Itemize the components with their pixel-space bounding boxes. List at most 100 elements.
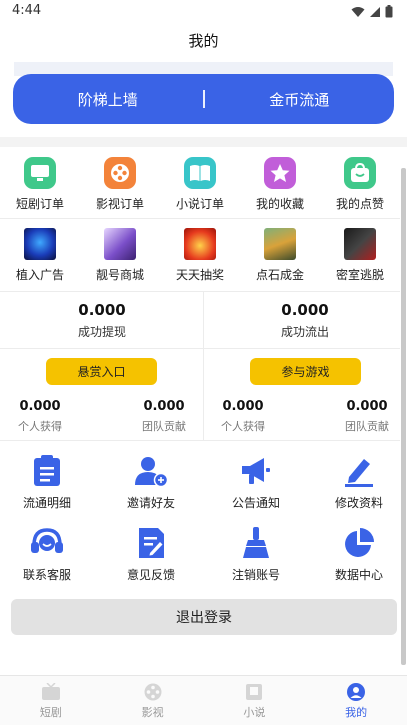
- reward-team-value: 0.000: [143, 399, 185, 414]
- page-title: 我的: [188, 32, 219, 50]
- function-label: 修改资料: [334, 496, 383, 510]
- broom-icon: [243, 527, 269, 558]
- logout-button[interactable]: 退出登录: [11, 599, 397, 635]
- pie-chart-icon: [345, 528, 374, 557]
- divider: [0, 291, 400, 292]
- tab-profile[interactable]: 我的: [305, 676, 407, 725]
- headset-icon: [31, 528, 63, 553]
- feature-item-ads[interactable]: 植入广告: [0, 228, 80, 283]
- tab-label: 我的: [345, 706, 368, 719]
- add-user-icon: [135, 457, 168, 487]
- vertical-divider: [203, 292, 204, 440]
- withdraw-value: 0.000: [78, 301, 126, 319]
- escape-room-icon: [344, 228, 376, 260]
- vip-badge-icon: [104, 228, 136, 260]
- feature-item-midas[interactable]: 点石成金: [240, 228, 320, 283]
- game-team-value: 0.000: [346, 399, 388, 414]
- function-label: 注销账号: [231, 568, 280, 582]
- flow-value: 0.000: [281, 301, 329, 319]
- order-item-label: 我的收藏: [255, 197, 304, 211]
- function-customer-service[interactable]: 联系客服: [0, 527, 97, 583]
- order-item-label: 我的点赞: [335, 197, 384, 211]
- order-item-favorites[interactable]: 我的收藏: [240, 157, 320, 212]
- feature-item-label: 靓号商城: [95, 268, 144, 282]
- tab-movies[interactable]: 影视: [102, 676, 204, 725]
- book-icon: [246, 684, 263, 700]
- film-reel-icon: [144, 683, 162, 701]
- bottom-tab-bar: 短剧 影视 小说 我的: [0, 675, 407, 725]
- tab-short-drama[interactable]: 短剧: [0, 676, 102, 725]
- function-label: 流通明细: [22, 496, 71, 510]
- banner-button: 阶梯上墙 金币流通: [13, 74, 394, 124]
- feedback-icon: [139, 528, 164, 558]
- reward-personal-label: 个人获得: [18, 420, 62, 433]
- function-label: 公告通知: [231, 496, 280, 510]
- signal-icon: [370, 6, 380, 17]
- feature-item-lottery[interactable]: 天天抽奖: [160, 228, 240, 283]
- withdraw-label: 成功提现: [77, 325, 126, 339]
- function-flow-detail[interactable]: 流通明细: [0, 455, 97, 511]
- wifi-icon: [351, 6, 365, 17]
- join-game-button[interactable]: 参与游戏: [250, 358, 361, 385]
- drama-order-icon: [24, 157, 56, 189]
- function-label: 意见反馈: [126, 568, 175, 582]
- reward-team-label: 团队贡献: [142, 420, 186, 433]
- scrollbar[interactable]: [401, 168, 406, 665]
- smile-bag-icon: [344, 157, 376, 189]
- function-announcement[interactable]: 公告通知: [206, 455, 306, 511]
- reward-personal-value: 0.000: [19, 399, 61, 414]
- coin-flow-button[interactable]: 金币流通: [205, 89, 395, 110]
- star-icon: [264, 157, 296, 189]
- section-gap: [0, 137, 407, 147]
- function-invite-friends[interactable]: 邀请好友: [101, 455, 201, 511]
- game-personal-label: 个人获得: [221, 420, 265, 433]
- orders-row: 短剧订单 影视订单 小说订单 我的收藏 我的点赞: [0, 157, 400, 212]
- tab-novels[interactable]: 小说: [204, 676, 306, 725]
- tab-label: 影视: [141, 706, 164, 719]
- feature-item-number-shop[interactable]: 靓号商城: [80, 228, 160, 283]
- divider: [0, 218, 400, 219]
- tab-label: 短剧: [39, 706, 62, 719]
- feature-item-label: 密室逃脱: [335, 268, 384, 282]
- feature-item-label: 植入广告: [15, 268, 64, 282]
- divider: [0, 440, 400, 441]
- divider: [0, 348, 400, 349]
- banner-divider: [202, 90, 205, 108]
- user-icon: [347, 683, 366, 701]
- tab-label: 小说: [243, 706, 266, 719]
- order-item-drama[interactable]: 短剧订单: [0, 157, 80, 212]
- clipboard-icon: [34, 455, 60, 486]
- gold-stone-icon: [264, 228, 296, 260]
- function-label: 联系客服: [22, 568, 71, 582]
- status-time: 4:44: [12, 3, 42, 18]
- flow-label: 成功流出: [280, 325, 329, 339]
- film-reel-icon: [104, 157, 136, 189]
- game-personal-value: 0.000: [222, 399, 264, 414]
- function-label: 邀请好友: [126, 496, 175, 510]
- function-label: 数据中心: [334, 568, 383, 582]
- function-delete-account[interactable]: 注销账号: [206, 527, 306, 583]
- order-item-likes[interactable]: 我的点赞: [320, 157, 400, 212]
- status-icons: [351, 5, 393, 18]
- order-item-novel[interactable]: 小说订单: [160, 157, 240, 212]
- function-feedback[interactable]: 意见反馈: [101, 527, 201, 583]
- edit-icon: [345, 459, 373, 487]
- function-data-center[interactable]: 数据中心: [309, 527, 407, 583]
- order-item-label: 小说订单: [175, 197, 224, 211]
- feature-item-label: 点石成金: [255, 268, 304, 282]
- reward-entry-button[interactable]: 悬赏入口: [46, 358, 157, 385]
- feature-item-escape-room[interactable]: 密室逃脱: [320, 228, 400, 283]
- features-row: 植入广告 靓号商城 天天抽奖 点石成金 密室逃脱: [0, 228, 400, 283]
- megaphone-icon: [242, 458, 270, 484]
- ladder-wall-button[interactable]: 阶梯上墙: [13, 89, 203, 110]
- order-item-movie[interactable]: 影视订单: [80, 157, 160, 212]
- brain-icon: [24, 228, 56, 260]
- feature-item-label: 天天抽奖: [175, 268, 224, 282]
- game-team-label: 团队贡献: [345, 420, 389, 433]
- order-item-label: 影视订单: [95, 197, 144, 211]
- order-item-label: 短剧订单: [15, 197, 64, 211]
- function-edit-profile[interactable]: 修改资料: [309, 455, 407, 511]
- book-icon: [184, 157, 216, 189]
- tv-icon: [41, 683, 60, 700]
- battery-icon: [385, 5, 393, 18]
